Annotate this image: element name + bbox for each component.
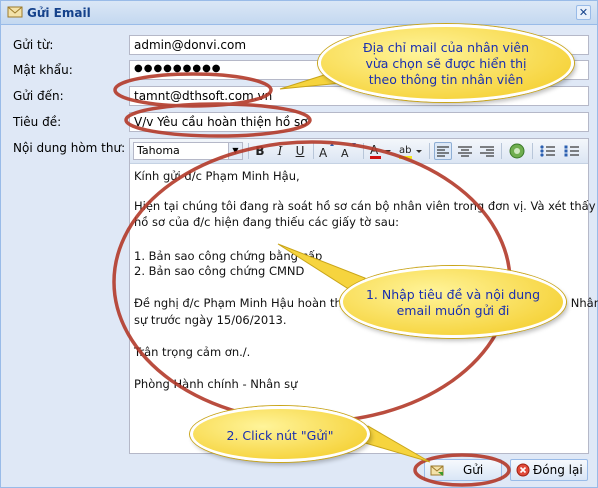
send-button-label: Gửi: [463, 463, 484, 477]
callout-step1: 1. Nhập tiêu đề và nội dung email muốn g…: [340, 266, 566, 338]
callout-text: vừa chọn sẽ được hiển thị: [365, 56, 527, 71]
callout-text: email muốn gửi đi: [396, 303, 510, 318]
close-button[interactable]: Đóng lại: [510, 459, 588, 481]
italic-button[interactable]: I: [272, 142, 288, 160]
content-line: 1. Bản sao công chứng bằng cấp: [134, 249, 323, 263]
subject-label: Tiêu đề:: [13, 115, 62, 129]
to-label: Gửi đến:: [13, 89, 64, 103]
highlight-color-icon[interactable]: ab: [398, 142, 424, 160]
chevron-down-icon[interactable]: ▼: [228, 143, 242, 159]
align-center-icon[interactable]: [456, 142, 474, 160]
password-label: Mật khẩu:: [13, 63, 73, 77]
editor-toolbar: Tahoma ▼ B I U A A A ab: [130, 139, 588, 164]
subject-field[interactable]: V/v Yêu cầu hoàn thiện hồ sơ: [129, 112, 589, 132]
increase-font-icon[interactable]: A: [318, 142, 336, 160]
font-family-select[interactable]: Tahoma ▼: [133, 142, 243, 160]
content-line: Hiện tại chúng tôi đang rà soát hồ sơ cá…: [134, 199, 596, 213]
numbered-list-icon[interactable]: [562, 142, 582, 160]
content-line: Phòng Hành chính - Nhân sự: [134, 377, 298, 391]
window-titlebar[interactable]: Gửi Email ✕: [1, 1, 597, 25]
font-color-icon[interactable]: A: [369, 142, 393, 160]
close-button-label: Đóng lại: [533, 463, 583, 477]
callout-address: Địa chỉ mail của nhân viên vừa chọn sẽ đ…: [318, 24, 574, 102]
svg-text:A: A: [319, 146, 328, 160]
svg-text:A: A: [370, 143, 379, 157]
content-line: sự trước ngày 15/06/2013.: [134, 313, 287, 327]
window-title: Gửi Email: [27, 6, 91, 20]
cancel-icon: [516, 463, 530, 477]
bold-button[interactable]: B: [252, 142, 268, 160]
font-family-value: Tahoma: [137, 144, 180, 157]
callout-text: 1. Nhập tiêu đề và nội dung: [365, 287, 541, 302]
callout-text: 2. Click nút "Gửi": [226, 428, 334, 443]
body-label: Nội dung hòm thư:: [13, 141, 126, 155]
content-line: hồ sơ của đ/c hiện đang thiếu các giấy t…: [134, 215, 399, 229]
svg-text:ab: ab: [399, 145, 411, 156]
link-icon[interactable]: [507, 142, 527, 160]
callout-text: Địa chỉ mail của nhân viên: [362, 40, 530, 55]
align-right-icon[interactable]: [478, 142, 496, 160]
callout-text: theo thông tin nhân viên: [368, 72, 524, 87]
from-label: Gửi từ:: [13, 38, 54, 52]
underline-button[interactable]: U: [292, 142, 308, 160]
align-left-icon[interactable]: [434, 142, 452, 160]
send-mail-icon: [430, 465, 444, 476]
decrease-font-icon[interactable]: A: [340, 142, 358, 160]
send-button[interactable]: Gửi: [424, 459, 502, 481]
content-line: Kính gửi đ/c Phạm Minh Hậu,: [134, 169, 300, 183]
svg-text:A: A: [341, 147, 349, 160]
close-icon[interactable]: ✕: [576, 5, 591, 20]
content-line: Trân trọng cảm ơn./.: [134, 345, 251, 359]
callout-step2: 2. Click nút "Gửi": [190, 406, 370, 462]
content-line: 2. Bản sao công chứng CMND: [134, 264, 305, 278]
email-icon: [7, 6, 23, 18]
bullet-list-icon[interactable]: [538, 142, 558, 160]
